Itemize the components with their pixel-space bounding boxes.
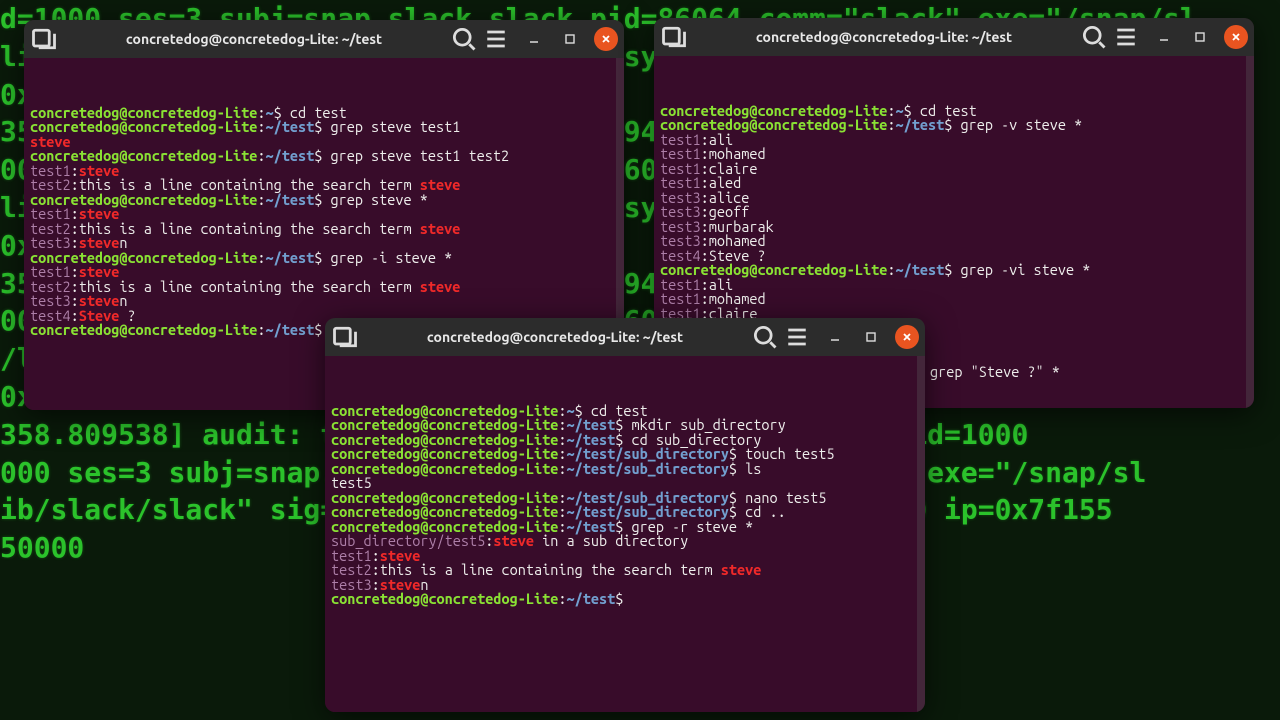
maximize-button[interactable] <box>1188 25 1212 49</box>
maximize-button[interactable] <box>859 325 883 349</box>
minimize-button[interactable] <box>1152 25 1176 49</box>
terminal-line: concretedog@concretedog-Lite:~/test$ gre… <box>30 120 618 135</box>
terminal-line: test1:claire <box>660 162 1248 177</box>
maximize-button[interactable] <box>558 27 582 51</box>
terminal-line: concretedog@concretedog-Lite:~/test$ <box>331 592 919 607</box>
terminal-window-front: concretedog@concretedog-Lite: ~/test con… <box>325 318 925 712</box>
minimize-button[interactable] <box>522 27 546 51</box>
terminal-body[interactable]: concretedog@concretedog-Lite:~$ cd testc… <box>325 356 925 712</box>
close-button[interactable] <box>1224 25 1248 49</box>
new-tab-button[interactable] <box>331 323 359 351</box>
titlebar[interactable]: concretedog@concretedog-Lite: ~/test <box>325 318 925 356</box>
window-title: concretedog@concretedog-Lite: ~/test <box>363 329 747 345</box>
titlebar[interactable]: concretedog@concretedog-Lite: ~/test <box>24 20 624 58</box>
search-button[interactable] <box>751 323 779 351</box>
menu-button[interactable] <box>783 323 811 351</box>
search-button[interactable] <box>450 25 478 53</box>
window-title: concretedog@concretedog-Lite: ~/test <box>692 29 1076 45</box>
window-title: concretedog@concretedog-Lite: ~/test <box>62 31 446 47</box>
menu-button[interactable] <box>1112 23 1140 51</box>
close-button[interactable] <box>895 325 919 349</box>
close-button[interactable] <box>594 27 618 51</box>
search-button[interactable] <box>1080 23 1108 51</box>
scrollbar[interactable] <box>1246 56 1254 408</box>
titlebar[interactable]: concretedog@concretedog-Lite: ~/test <box>654 18 1254 56</box>
menu-button[interactable] <box>482 25 510 53</box>
new-tab-button[interactable] <box>30 25 58 53</box>
new-tab-button[interactable] <box>660 23 688 51</box>
terminal-line: concretedog@concretedog-Lite:~/test$ gre… <box>660 118 1248 133</box>
terminal-line: concretedog@concretedog-Lite:~/test$ gre… <box>660 263 1248 278</box>
scrollbar[interactable] <box>917 356 925 712</box>
minimize-button[interactable] <box>823 325 847 349</box>
terminal-line: concretedog@concretedog-Lite:~/test/sub_… <box>331 462 919 477</box>
